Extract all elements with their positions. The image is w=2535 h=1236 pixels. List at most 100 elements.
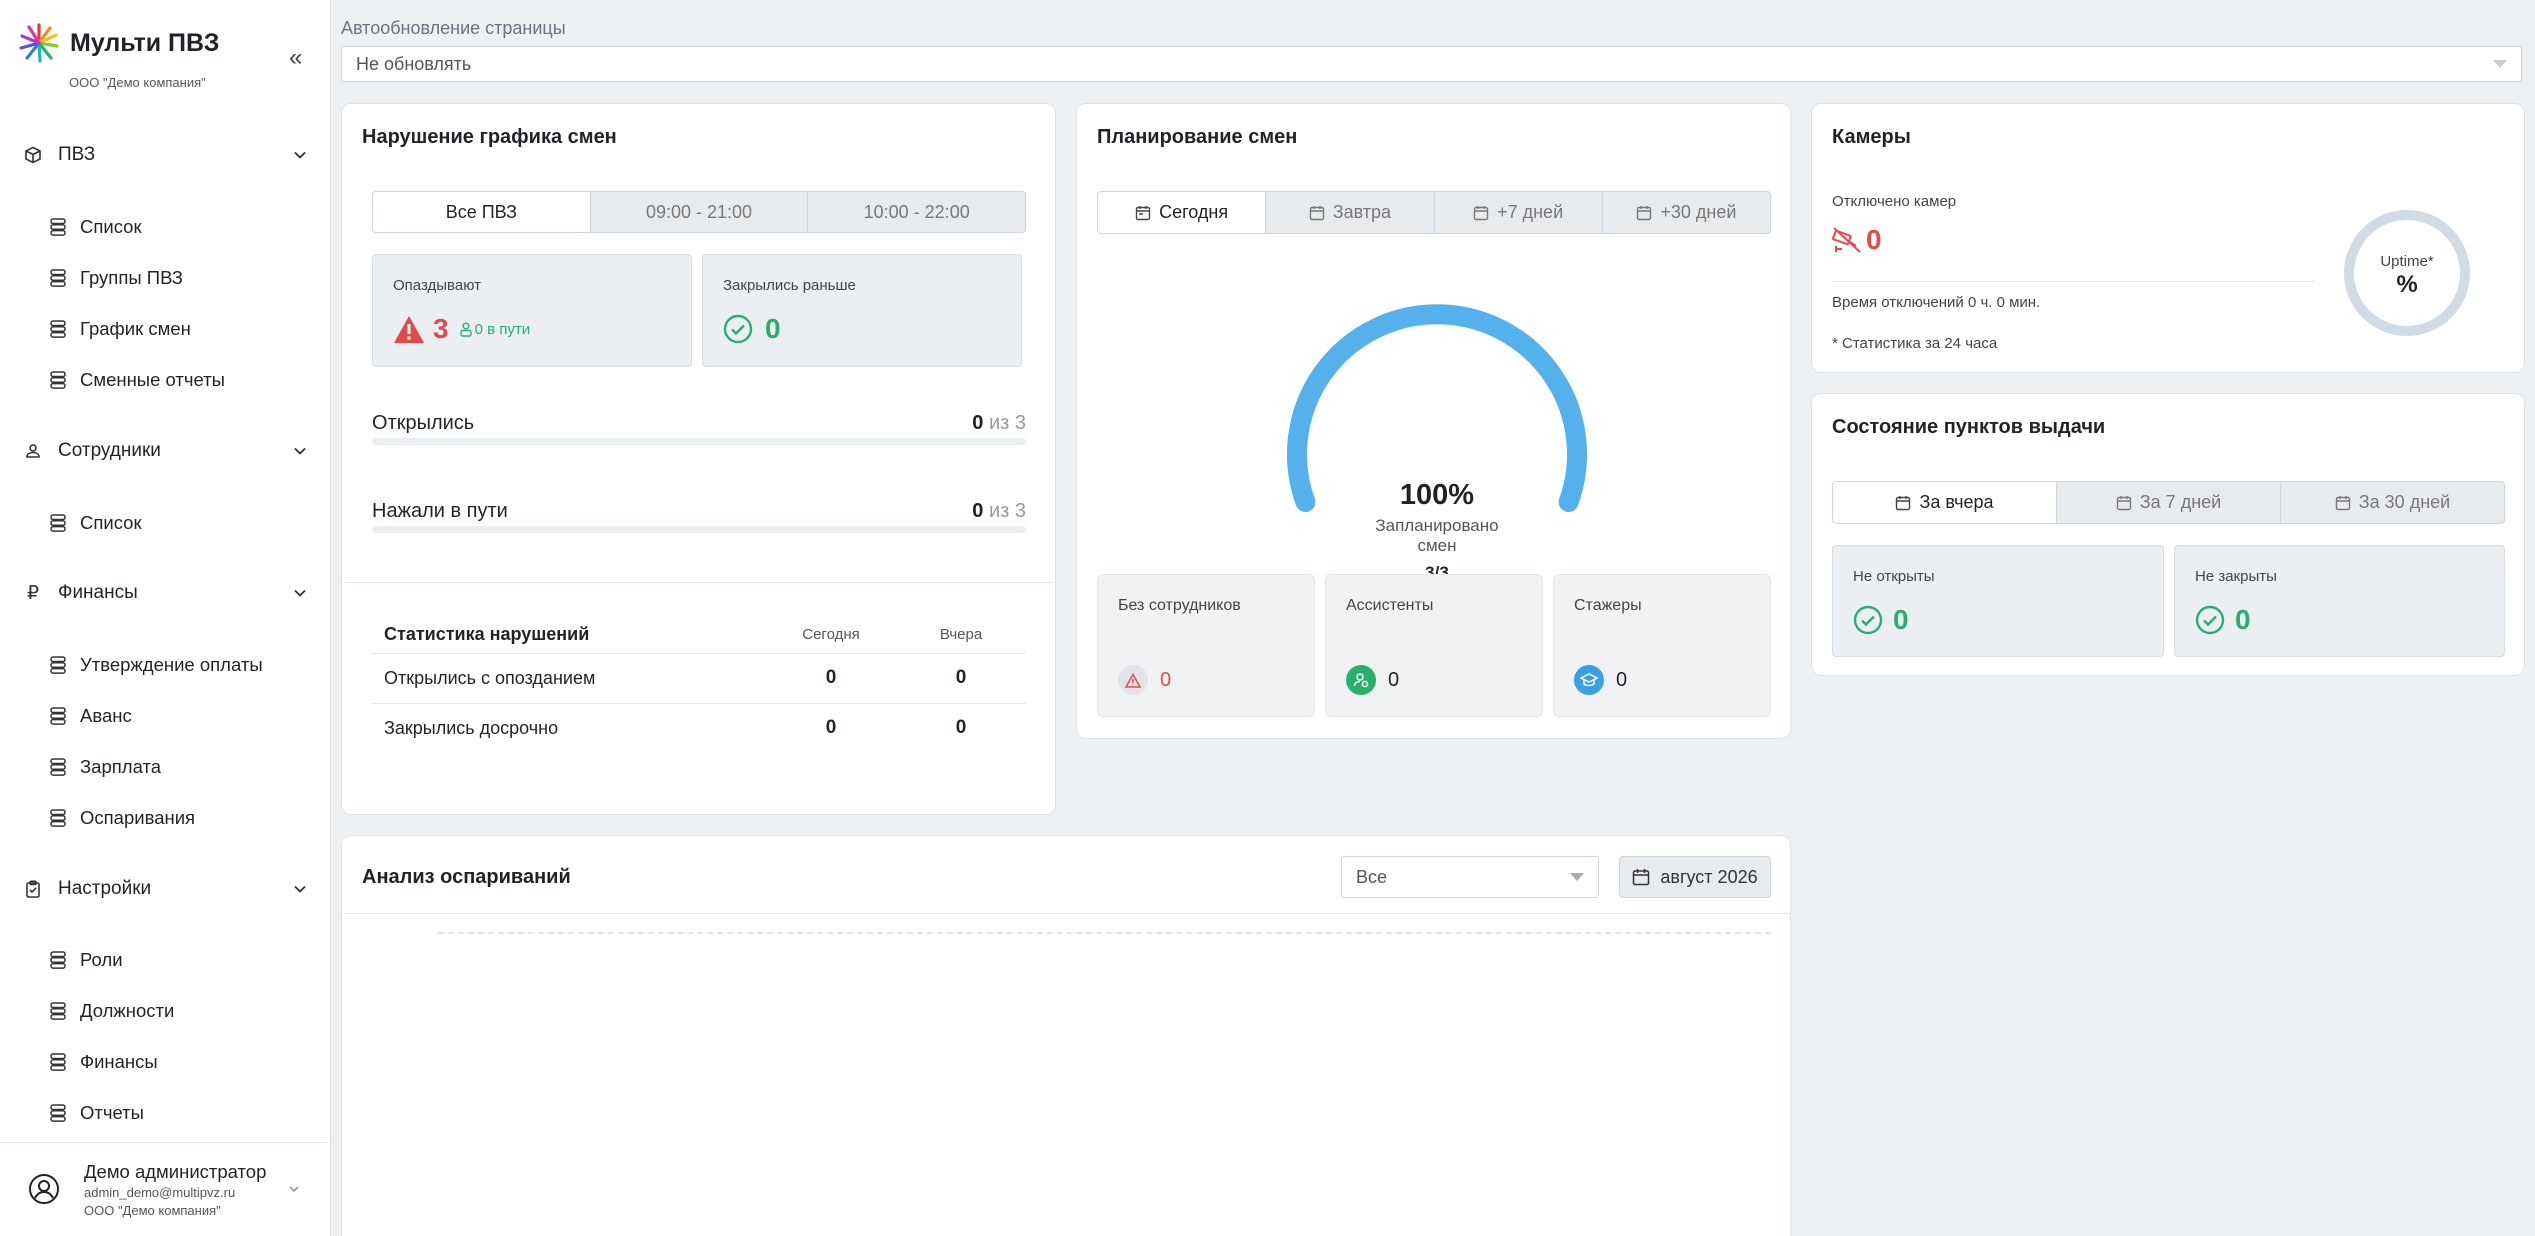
sidebar-item-shift-reports[interactable]: Сменные отчеты	[50, 365, 225, 395]
database-icon	[50, 371, 66, 389]
not-closed-value: 0	[2235, 604, 2251, 635]
progress-count: 0	[972, 412, 984, 434]
not-closed-stat: Не закрыты 0	[2174, 545, 2505, 657]
calendar-icon	[1309, 205, 1324, 220]
month-picker-button[interactable]: август 2026	[1619, 856, 1771, 898]
warning-icon	[1118, 665, 1148, 695]
sidebar-item-settings-finance[interactable]: Финансы	[50, 1047, 158, 1077]
progress-label: Нажали в пути	[372, 500, 508, 522]
sidebar-item-label: Аванс	[80, 705, 132, 726]
late-stat: Опаздывают 3 0 в пути	[372, 254, 692, 367]
tab-all-pvz[interactable]: Все ПВЗ	[373, 192, 590, 232]
sidebar-item-employees-list[interactable]: Список	[50, 508, 142, 538]
tab-7-days[interactable]: За 7 дней	[2056, 482, 2280, 523]
disputes-analysis-card: Анализ оспариваний Все август 2026	[341, 835, 1791, 1236]
tab-shift-10-22[interactable]: 10:00 - 22:00	[807, 192, 1025, 232]
table-header-row: Статистика нарушений Сегодня Вчера	[372, 616, 1026, 653]
user-email: admin_demo@multipvz.ru	[84, 1185, 236, 1200]
gauge-fill	[1287, 304, 1587, 512]
database-icon	[50, 707, 66, 725]
tab-today[interactable]: Сегодня	[1098, 192, 1266, 233]
progress-value: 0 из 3	[972, 500, 1026, 523]
sidebar-section-settings[interactable]: Настройки	[22, 874, 307, 904]
month-label: август 2026	[1660, 866, 1758, 887]
calendar-icon	[2116, 495, 2131, 510]
logo-icon	[19, 23, 59, 63]
user-name: Демо администратор	[84, 1161, 267, 1182]
sidebar-section-finance[interactable]: ₽ Финансы	[22, 578, 307, 608]
stat-value-row: 0	[1118, 665, 1171, 695]
sidebar-item-positions[interactable]: Должности	[50, 996, 174, 1026]
calendar-icon	[1473, 205, 1489, 220]
tab-shift-09-21[interactable]: 09:00 - 21:00	[589, 192, 808, 232]
progress-value: 0 из 3	[972, 412, 1026, 435]
stat-label: Не закрыты	[2195, 568, 2277, 585]
tab-plus-7-days[interactable]: +7 дней	[1433, 192, 1602, 233]
autorefresh-label: Автообновление страницы	[341, 18, 566, 38]
tab-label: Сегодня	[1159, 202, 1229, 222]
database-icon	[50, 1053, 66, 1071]
sidebar-item-label: Оспаривания	[80, 807, 196, 828]
shift-violations-card: Нарушение графика смен Все ПВЗ 09:00 - 2…	[341, 103, 1056, 815]
stat-value-row: 0	[1346, 665, 1399, 695]
sidebar-item-label: Финансы	[80, 1051, 158, 1072]
calendar-icon	[1633, 869, 1650, 886]
sidebar-item-label: Утверждение оплаты	[80, 654, 263, 675]
not-opened-value: 0	[1893, 604, 1909, 635]
user-org: ООО "Демо компания"	[84, 1203, 221, 1218]
sidebar-item-pvz-groups[interactable]: Группы ПВЗ	[50, 263, 183, 293]
tab-plus-30-days[interactable]: +30 дней	[1601, 192, 1770, 233]
calendar-icon	[1135, 205, 1151, 220]
late-value: 3	[433, 313, 449, 344]
sidebar-item-label: Должности	[80, 1000, 175, 1021]
warning-icon	[394, 315, 424, 343]
chevron-down-icon	[289, 1186, 299, 1193]
chevron-down-icon	[294, 885, 306, 893]
sidebar-item-payment-approval[interactable]: Утверждение оплаты	[50, 650, 263, 680]
sidebar-section-label: Настройки	[58, 878, 152, 899]
tab-label: +7 дней	[1497, 202, 1564, 222]
violations-tabs: Все ПВЗ 09:00 - 21:00 10:00 - 22:00	[372, 191, 1026, 233]
brand[interactable]: Мульти ПВЗ	[18, 22, 219, 64]
sidebar-item-pvz-list[interactable]: Список	[50, 212, 142, 242]
tab-label: Завтра	[1332, 202, 1392, 222]
planning-gauge: 100% Запланировано смен 3/3	[1287, 304, 1587, 582]
cameras-card: Камеры Отключено камер 0 Время отключени…	[1811, 103, 2525, 373]
table-header: Вчера	[939, 625, 983, 643]
sidebar-item-label: Сменные отчеты	[80, 369, 225, 390]
sidebar-item-disputes[interactable]: Оспаривания	[50, 803, 195, 833]
collapse-sidebar-icon[interactable]: «	[289, 44, 302, 72]
tab-label: За вчера	[1919, 492, 1994, 512]
stat-interns: Стажеры 0	[1553, 574, 1771, 717]
progress-total: из 3	[988, 500, 1026, 522]
database-icon	[50, 218, 66, 236]
user-profile[interactable]: Демо администратор admin_demo@multipvz.r…	[0, 1142, 331, 1236]
tab-30-days[interactable]: За 30 дней	[2280, 482, 2504, 523]
sidebar-item-reports[interactable]: Отчеты	[50, 1098, 144, 1128]
sidebar-item-label: Отчеты	[80, 1102, 144, 1123]
chart-gridline	[438, 932, 1771, 934]
sidebar-section-label: Сотрудники	[58, 440, 161, 461]
disputes-filter-select[interactable]: Все	[1341, 856, 1599, 898]
shift-planning-card: Планирование смен Сегодня Завтра +7 дней…	[1076, 103, 1791, 739]
sidebar-section-employees[interactable]: Сотрудники	[22, 436, 307, 466]
autorefresh-select[interactable]: Не обновлять	[341, 46, 2522, 82]
stat-value: 0	[1616, 668, 1628, 691]
sidebar-item-label: График смен	[80, 318, 191, 339]
divider	[342, 913, 1790, 914]
stat-label: Опаздывают	[393, 277, 481, 294]
tab-yesterday[interactable]: За вчера	[1833, 482, 2056, 523]
database-icon	[50, 656, 66, 674]
sidebar-item-advance[interactable]: Аванс	[50, 701, 132, 731]
sidebar-item-roles[interactable]: Роли	[50, 945, 123, 975]
chevron-down-icon	[294, 151, 306, 159]
sidebar-section-pvz[interactable]: ПВЗ	[22, 140, 307, 170]
user-circle-icon	[29, 1174, 59, 1204]
calendar-icon	[1637, 205, 1652, 220]
sidebar-item-shift-schedule[interactable]: График смен	[50, 314, 191, 344]
tab-tomorrow[interactable]: Завтра	[1265, 192, 1433, 233]
sidebar-item-salary[interactable]: Зарплата	[50, 752, 161, 782]
uptime-label: Uptime*	[2380, 253, 2434, 270]
table-row: Открылись с опозданием 0 0	[372, 653, 1026, 703]
card-title: Анализ оспариваний	[362, 866, 571, 888]
